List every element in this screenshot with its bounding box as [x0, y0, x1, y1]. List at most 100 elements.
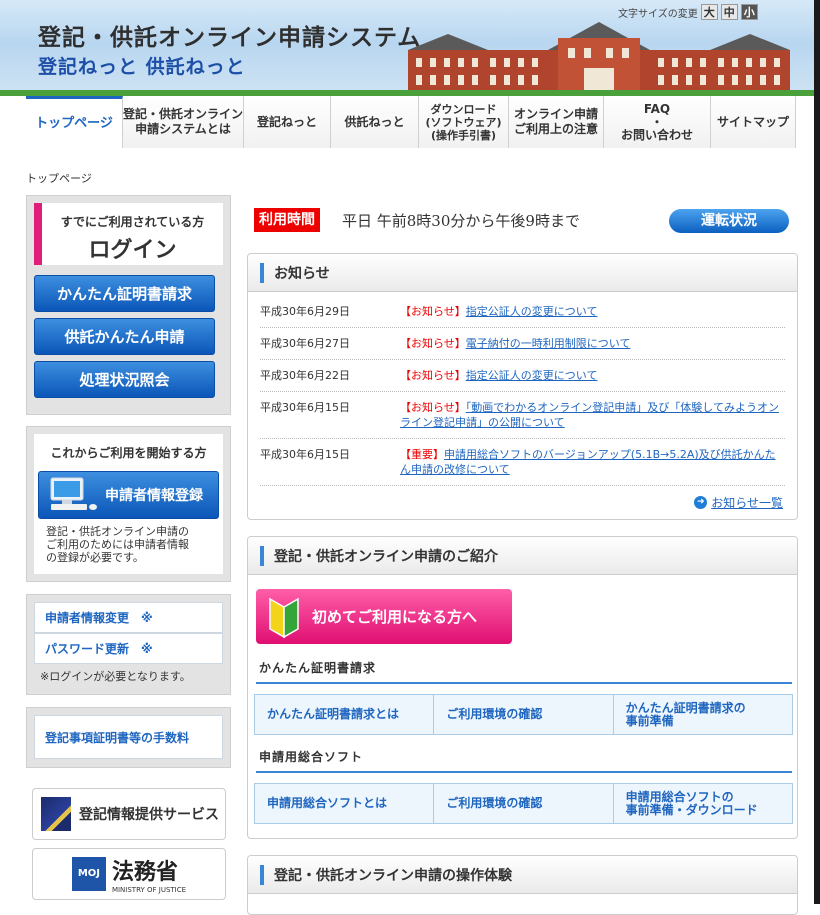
- font-size-small-button[interactable]: 小: [740, 4, 758, 20]
- site-subtitle[interactable]: 登記ねっと 供託ねっと: [38, 52, 246, 79]
- news-text: 電子納付の一時利用制限について: [465, 337, 631, 350]
- news-item-link[interactable]: 【お知らせ】指定公証人の変更について: [400, 368, 597, 383]
- software-download-link[interactable]: 申請用総合ソフトの 事前準備・ダウンロード: [614, 784, 792, 823]
- hours-text: 平日 午前8時30分から午後9時まで: [342, 212, 580, 230]
- status-inquiry-button[interactable]: 処理状況照会: [34, 361, 215, 398]
- news-row: 平成30年6月27日 【お知らせ】電子納付の一時利用制限について: [260, 328, 785, 360]
- news-item-link[interactable]: 【お知らせ】電子納付の一時利用制限について: [400, 336, 630, 351]
- news-date: 平成30年6月27日: [260, 337, 350, 350]
- software-about-link[interactable]: 申請用総合ソフトとは: [255, 784, 435, 823]
- news-item-link[interactable]: 【お知らせ】「動画でわかるオンライン登記申請」及び「体験してみようオンライン登記…: [400, 400, 785, 430]
- register-box: これからご利用を開始する方 申請者情報登録 登記・供託オンライン申請の ご利用の…: [26, 426, 231, 582]
- nav-touki[interactable]: 登記ねっと: [244, 96, 331, 148]
- beginner-mark-icon: [269, 597, 299, 638]
- global-nav: トップページ 登記・供託オンライン 申請システムとは 登記ねっと 供託ねっと ダ…: [26, 96, 796, 148]
- experience-header: 登記・供託オンライン申請の操作体験: [248, 856, 797, 894]
- easy-certificate-button[interactable]: かんたん証明書請求: [34, 275, 215, 312]
- computer-icon: [50, 477, 97, 510]
- heading-bar: [260, 545, 264, 566]
- news-item-link[interactable]: 【お知らせ】指定公証人の変更について: [400, 304, 597, 319]
- news-row: 平成30年6月29日 【お知らせ】指定公証人の変更について: [260, 296, 785, 328]
- news-list-link[interactable]: ➜ お知らせ一覧: [694, 494, 783, 511]
- font-size-label: 文字サイズの変更: [618, 8, 698, 20]
- news-row: 平成30年6月22日 【お知らせ】指定公証人の変更について: [260, 360, 785, 392]
- font-size-switcher: 文字サイズの変更 大 中 小: [618, 4, 758, 20]
- nav-notes[interactable]: オンライン申請 ご利用上の注意: [509, 96, 604, 148]
- site-title[interactable]: 登記・供託オンライン申請システム: [38, 18, 421, 52]
- nav-faq[interactable]: FAQ ・ お問い合わせ: [604, 96, 711, 148]
- password-update-link[interactable]: パスワード更新 ※: [34, 633, 223, 664]
- news-category: 【お知らせ】: [400, 401, 466, 414]
- news-category: 【お知らせ】: [400, 305, 466, 318]
- moj-text: 法務省 MINISTRY OF JUSTICE: [112, 854, 186, 894]
- news-row: 平成30年6月15日 【お知らせ】「動画でわかるオンライン登記申請」及び「体験して…: [260, 392, 785, 439]
- news-panel: お知らせ 平成30年6月29日 【お知らせ】指定公証人の変更について 平成30年6月…: [247, 253, 798, 520]
- nav-sitemap[interactable]: サイトマップ: [711, 96, 796, 148]
- experience-panel: 登記・供託オンライン申請の操作体験: [247, 855, 798, 915]
- news-list: 平成30年6月29日 【お知らせ】指定公証人の変更について 平成30年6月27日 【お…: [248, 292, 797, 486]
- nav-download[interactable]: ダウンロード (ソフトウェア) (操作手引書): [419, 96, 509, 148]
- register-inner: これからご利用を開始する方 申請者情報登録 登記・供託オンライン申請の ご利用の…: [34, 434, 223, 574]
- news-text: 指定公証人の変更について: [465, 369, 598, 382]
- intro-header: 登記・供託オンライン申請のご紹介: [248, 537, 797, 575]
- login-header: すでにご利用されている方 ログイン: [34, 203, 223, 265]
- news-category: 【重要】: [400, 448, 444, 461]
- login-required-note: ※ログインが必要となります。: [40, 670, 191, 683]
- easy-cert-links: かんたん証明書請求とは ご利用環境の確認 かんたん証明書請求の 事前準備: [254, 694, 793, 735]
- login-box: すでにご利用されている方 ログイン かんたん証明書請求 供託かんたん申請 処理状…: [26, 195, 231, 415]
- news-date: 平成30年6月15日: [260, 448, 350, 461]
- section-title-easy-cert: かんたん証明書請求: [256, 658, 792, 684]
- news-text: 申請用総合ソフトのバージョンアップ(5.1B→5.2A)及び供託かんたん申請の改…: [400, 448, 776, 476]
- nav-top[interactable]: トップページ: [26, 96, 123, 148]
- easy-cert-environment-link[interactable]: ご利用環境の確認: [434, 695, 614, 734]
- easy-cert-about-link[interactable]: かんたん証明書請求とは: [255, 695, 435, 734]
- ministry-building-image: [408, 22, 790, 92]
- news-item-link[interactable]: 【重要】申請用総合ソフトのバージョンアップ(5.1B→5.2A)及び供託かんたん…: [400, 447, 785, 477]
- news-category: 【お知らせ】: [400, 369, 466, 382]
- fee-box: 登記事項証明書等の手数料: [26, 707, 231, 768]
- software-environment-link[interactable]: ご利用環境の確認: [434, 784, 614, 823]
- window-edge: [814, 0, 820, 904]
- register-note: 登記・供託オンライン申請の ご利用のためには申請者情報 の登録が必要です。: [46, 525, 189, 564]
- nav-about[interactable]: 登記・供託オンライン 申請システムとは: [123, 96, 244, 148]
- news-category: 【お知らせ】: [400, 337, 466, 350]
- touki-logo-icon: [41, 797, 71, 831]
- news-date: 平成30年6月22日: [260, 369, 350, 382]
- moj-logo-icon: MOJ: [71, 857, 106, 891]
- deposit-easy-apply-button[interactable]: 供託かんたん申請: [34, 318, 215, 355]
- operation-status-button[interactable]: 運転状況: [669, 209, 789, 233]
- news-date: 平成30年6月15日: [260, 401, 350, 414]
- applicant-info-change-link[interactable]: 申請者情報変更 ※: [34, 602, 223, 633]
- intro-panel: 登記・供託オンライン申請のご紹介 初めてご利用になる方へ かんたん証明書請求 か…: [247, 536, 798, 839]
- fee-link[interactable]: 登記事項証明書等の手数料: [34, 715, 223, 759]
- touki-banner-label: 登記情報提供サービス: [79, 807, 219, 823]
- easy-cert-prep-link[interactable]: かんたん証明書請求の 事前準備: [614, 695, 792, 734]
- register-title: これからご利用を開始する方: [50, 446, 207, 460]
- heading-bar: [260, 864, 264, 885]
- account-box: 申請者情報変更 ※ パスワード更新 ※ ※ログインが必要となります。: [26, 594, 231, 695]
- experience-title: 登記・供託オンライン申請の操作体験: [274, 867, 512, 884]
- news-title: お知らせ: [274, 265, 330, 282]
- applicant-register-button[interactable]: 申請者情報登録: [38, 471, 219, 519]
- moj-banner[interactable]: MOJ 法務省 MINISTRY OF JUSTICE: [32, 848, 226, 900]
- nav-kyotaku[interactable]: 供託ねっと: [331, 96, 419, 148]
- software-links: 申請用総合ソフトとは ご利用環境の確認 申請用総合ソフトの 事前準備・ダウンロー…: [254, 783, 793, 824]
- applicant-register-label: 申請者情報登録: [105, 488, 203, 504]
- login-subtitle: すでにご利用されている方: [60, 215, 205, 229]
- first-time-users-button[interactable]: 初めてご利用になる方へ: [256, 589, 512, 644]
- intro-title: 登記・供託オンライン申請のご紹介: [274, 548, 498, 565]
- hours-label: 利用時間: [254, 208, 320, 232]
- font-size-large-button[interactable]: 大: [700, 4, 718, 20]
- site-header: 登記・供託オンライン申請システム 登記ねっと 供託ねっと 文字サイズの変更 大 …: [0, 0, 820, 96]
- font-size-medium-button[interactable]: 中: [720, 4, 738, 20]
- news-header: お知らせ: [248, 254, 797, 292]
- news-row: 平成30年6月15日 【重要】申請用総合ソフトのバージョンアップ(5.1B→5.2…: [260, 439, 785, 486]
- section-title-software: 申請用総合ソフト: [256, 747, 792, 773]
- touki-info-banner[interactable]: 登記情報提供サービス: [32, 788, 226, 840]
- moj-label: 法務省: [111, 859, 178, 885]
- arrow-right-icon: ➜: [694, 496, 708, 509]
- news-date: 平成30年6月29日: [260, 305, 350, 318]
- heading-bar: [260, 262, 264, 283]
- login-title: ログイン: [88, 238, 177, 263]
- news-more-label: お知らせ一覧: [711, 496, 783, 510]
